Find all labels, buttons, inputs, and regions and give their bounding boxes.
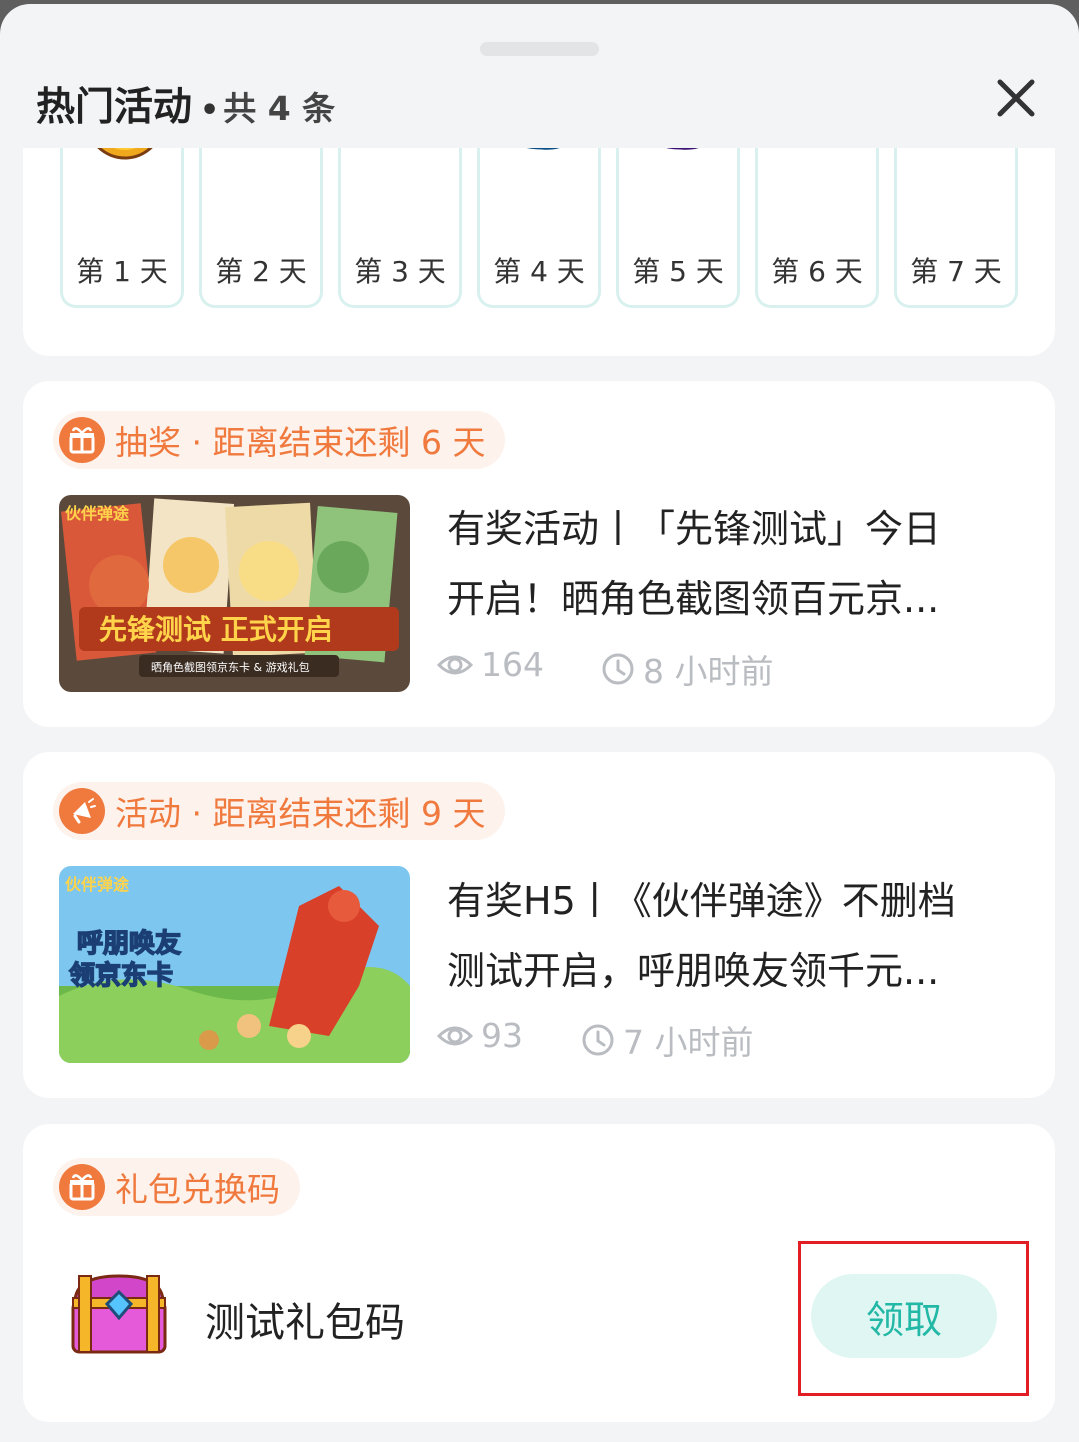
treasure-chest-icon <box>71 1274 167 1354</box>
activity-tag: 抽奖 · 距离结束还剩 6 天 <box>53 411 506 469</box>
thumb-caption: 晒角色截图领京东卡 & 游戏礼包 <box>151 660 310 674</box>
thumb-logo: 伙伴弹途 <box>65 875 130 894</box>
posted-time: 8 小时前 <box>643 652 774 691</box>
day-label: 第 3 天 <box>354 255 446 288</box>
activity-tag-text: 活动 · 距离结束还剩 9 天 <box>115 794 486 833</box>
activity-tag: 活动 · 距离结束还剩 9 天 <box>53 782 506 840</box>
panel-header: 热门活动 • 共 4 条 <box>0 64 1079 148</box>
gift-section-tag-text: 礼包兑换码 <box>115 1170 280 1209</box>
clock-icon <box>602 653 634 685</box>
gift-icon <box>59 1164 105 1210</box>
close-icon[interactable] <box>992 74 1040 122</box>
views-count: 164 <box>481 645 544 684</box>
activity-title-line-1: 有奖活动丨「先锋测试」今日 <box>447 507 942 551</box>
time-stat: 8 小时前 <box>601 645 774 693</box>
activity-title-line-2: 测试开启，呼朋唤友领千元... <box>447 949 940 993</box>
megaphone-icon <box>59 788 105 834</box>
thumb-banner-line-1: 呼朋唤友 <box>77 929 181 959</box>
eye-icon <box>437 1026 473 1045</box>
drag-handle[interactable] <box>480 42 599 56</box>
posted-time: 7 小时前 <box>623 1023 754 1062</box>
clock-icon <box>582 1024 614 1056</box>
views-stat: 164 <box>437 645 544 684</box>
day-label: 第 7 天 <box>910 255 1002 288</box>
activity-card-lottery[interactable]: 抽奖 · 距离结束还剩 6 天 先锋测试 正式开启 晒角色截图领京东卡 & 游戏… <box>23 381 1055 727</box>
redeem-button[interactable]: 领取 <box>811 1274 997 1358</box>
panel-title: 热门活动 • 共 4 条 <box>36 76 335 132</box>
day-label: 第 4 天 <box>493 255 585 288</box>
day-label: 第 5 天 <box>632 255 724 288</box>
time-stat: 7 小时前 <box>581 1016 754 1064</box>
day-label: 第 2 天 <box>215 255 307 288</box>
day-label: 第 6 天 <box>771 255 863 288</box>
activity-title-line-1: 有奖H5丨《伙伴弹途》不删档 <box>447 879 956 923</box>
panel-title-text: 热门活动 <box>36 85 193 130</box>
thumb-logo: 伙伴弹途 <box>65 504 130 523</box>
gift-icon <box>59 417 105 463</box>
thumb-banner-line-2: 领京东卡 <box>69 960 173 991</box>
activity-title[interactable]: 有奖H5丨《伙伴弹途》不删档 测试开启，呼朋唤友领千元... <box>447 866 1027 1006</box>
title-separator: • <box>200 93 220 128</box>
activity-count: 共 4 条 <box>223 89 336 128</box>
views-count: 93 <box>481 1016 523 1055</box>
gift-section-tag: 礼包兑换码 <box>53 1158 300 1216</box>
activity-card-event[interactable]: 活动 · 距离结束还剩 9 天 呼朋唤友 领京东卡 伙伴弹途 有奖H5丨《伙伴弹… <box>23 752 1055 1098</box>
activity-title-line-2: 开启！晒角色截图领百元京... <box>447 577 940 621</box>
activity-thumbnail[interactable]: 先锋测试 正式开启 晒角色截图领京东卡 & 游戏礼包 伙伴弹途 <box>59 495 410 692</box>
activity-tag-text: 抽奖 · 距离结束还剩 6 天 <box>115 423 486 462</box>
day-label: 第 1 天 <box>76 255 168 288</box>
gift-item-name: 测试礼包码 <box>205 1300 405 1346</box>
views-stat: 93 <box>437 1016 523 1055</box>
thumb-banner-text: 先锋测试 正式开启 <box>99 613 333 646</box>
eye-icon <box>437 655 473 674</box>
activity-title[interactable]: 有奖活动丨「先锋测试」今日 开启！晒角色截图领百元京... <box>447 494 1027 634</box>
activity-thumbnail[interactable]: 呼朋唤友 领京东卡 伙伴弹途 <box>59 866 410 1063</box>
bottom-sheet: 第 1 天 第 2 天 第 3 天 第 4 天 第 5 天 第 6 天 第 7 … <box>0 4 1079 1442</box>
gift-code-card: 礼包兑换码 测试礼包码 <box>23 1124 1055 1422</box>
